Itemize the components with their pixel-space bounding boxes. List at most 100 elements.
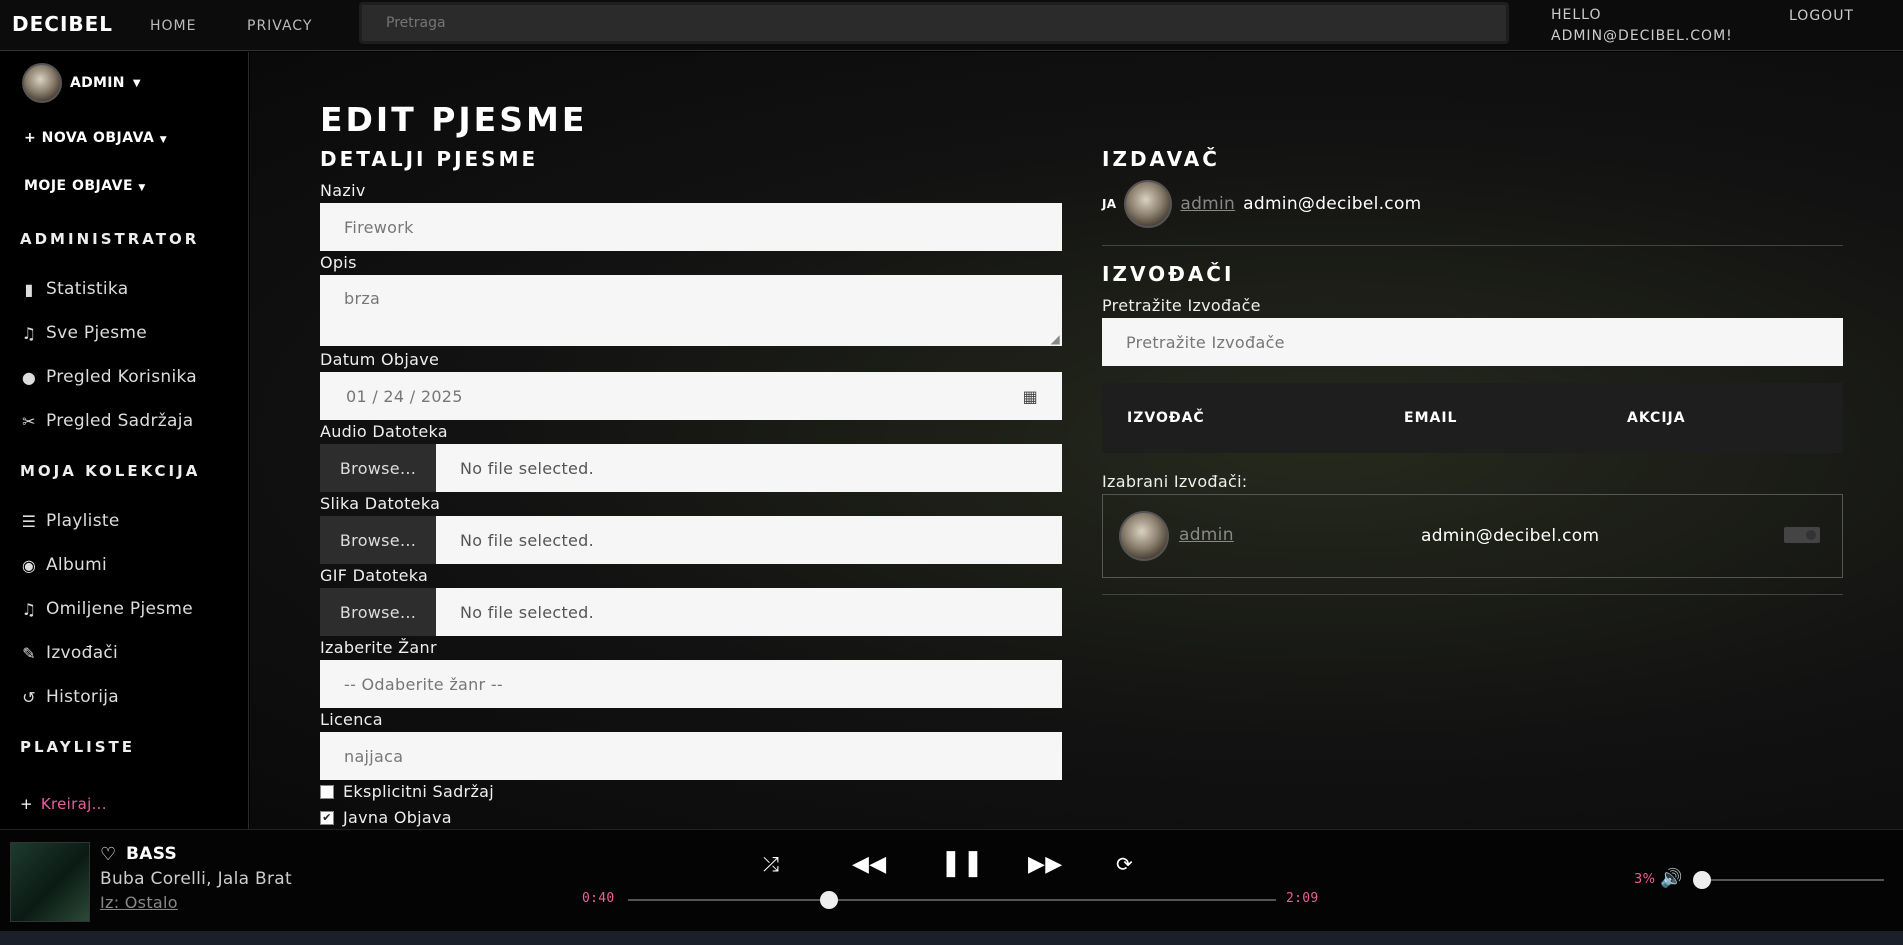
list-icon: ☰ xyxy=(21,511,37,531)
progress-slider[interactable] xyxy=(628,891,1276,909)
sidebar-item-statistika[interactable]: ▮ Statistika xyxy=(20,277,128,301)
sidebar-item-pregled-korisnika[interactable]: ● Pregled Korisnika xyxy=(20,365,197,389)
track-artist: Buba Corelli, Jala Brat xyxy=(100,869,292,889)
tools-icon: ✂ xyxy=(22,411,36,431)
audio-browse-button[interactable]: Browse... xyxy=(320,444,436,492)
publisher-name-link[interactable]: admin xyxy=(1180,194,1235,214)
selected-artist-name-link[interactable]: admin xyxy=(1179,525,1234,545)
opis-label: Opis xyxy=(320,253,357,272)
selected-artist-avatar xyxy=(1119,511,1169,561)
os-taskbar xyxy=(0,931,1903,945)
new-post-dropdown[interactable]: + NOVA OBJAVA ▼ xyxy=(24,130,167,146)
nav-home-link[interactable]: HOME xyxy=(150,18,196,34)
naziv-input[interactable]: Firework xyxy=(320,203,1062,251)
collection-section-heading: MOJA KOLEKCIJA xyxy=(20,462,201,480)
sidebar-item-albumi[interactable]: ◉ Albumi xyxy=(20,553,107,577)
artist-search-input[interactable]: Pretražite Izvođače xyxy=(1102,318,1843,366)
sidebar-item-pregled-sadrzaja[interactable]: ✂ Pregled Sadržaja xyxy=(20,409,193,433)
volume-thumb[interactable] xyxy=(1692,871,1711,889)
gif-browse-button[interactable]: Browse... xyxy=(320,588,436,636)
selected-artists-label: Izabrani Izvođači: xyxy=(1102,472,1248,491)
column-izvodjac: IZVOĐAČ xyxy=(1127,410,1205,426)
volume-icon[interactable]: 🔊 xyxy=(1660,868,1683,889)
my-posts-dropdown[interactable]: MOJE OBJAVE ▼ xyxy=(24,178,146,194)
pause-icon[interactable]: ❚❚ xyxy=(940,848,984,878)
selected-artist-email: admin@decibel.com xyxy=(1421,526,1600,546)
gif-file-input[interactable]: Browse... No file selected. xyxy=(320,588,1062,636)
column-akcija: AKCIJA xyxy=(1627,410,1686,426)
genre-select[interactable]: -- Odaberite žanr -- xyxy=(320,660,1062,708)
music-note-icon: ♫ xyxy=(21,323,37,343)
bar-chart-icon: ▮ xyxy=(24,279,34,299)
next-icon[interactable]: ▶▶ xyxy=(1028,852,1062,877)
song-details-heading: DETALJI PJESME xyxy=(320,147,539,171)
explicit-checkbox-row[interactable]: Eksplicitni Sadržaj xyxy=(320,782,494,801)
publisher-email: admin@decibel.com xyxy=(1243,194,1422,214)
heart-icon[interactable]: ♡ xyxy=(100,844,116,865)
greeting: HELLO ADMIN@DECIBEL.COM! xyxy=(1551,7,1733,44)
sidebar-item-sve-pjesme[interactable]: ♫ Sve Pjesme xyxy=(20,321,147,345)
plus-icon: + xyxy=(20,795,33,813)
music-note-icon: ♫ xyxy=(21,599,37,619)
sidebar-item-playliste[interactable]: ☰ Playliste xyxy=(20,509,120,533)
image-file-input[interactable]: Browse... No file selected. xyxy=(320,516,1062,564)
page-title: EDIT PJESME xyxy=(320,100,588,139)
disc-icon: ◉ xyxy=(21,555,37,575)
publisher-heading: IZDAVAČ xyxy=(1102,147,1220,171)
publisher-row: JA admin admin@decibel.com xyxy=(1102,180,1422,228)
calendar-icon[interactable]: ▦ xyxy=(1023,387,1038,406)
user-dropdown[interactable]: ADMIN ▼ xyxy=(22,63,141,103)
explicit-checkbox[interactable] xyxy=(320,784,334,799)
previous-icon[interactable]: ◀◀ xyxy=(852,852,886,877)
audio-label: Audio Datoteka xyxy=(320,422,448,441)
album-cover xyxy=(10,842,90,922)
sidebar: ADMIN ▼ + NOVA OBJAVA ▼ MOJE OBJAVE ▼ AD… xyxy=(0,52,249,829)
repeat-icon[interactable]: ⟳ xyxy=(1116,852,1133,876)
publisher-avatar xyxy=(1124,180,1173,228)
datum-input[interactable]: 01 / 24 / 2025 ▦ xyxy=(320,372,1062,420)
public-checkbox[interactable]: ✔ xyxy=(320,810,334,825)
history-icon: ↺ xyxy=(22,687,36,707)
sidebar-item-omiljene-pjesme[interactable]: ♫ Omiljene Pjesme xyxy=(20,597,193,621)
naziv-label: Naziv xyxy=(320,181,366,200)
sidebar-item-historija[interactable]: ↺ Historija xyxy=(20,685,119,709)
datum-label: Datum Objave xyxy=(320,350,440,369)
top-navbar: DECIBEL HOME PRIVACY HELLO ADMIN@DECIBEL… xyxy=(0,0,1903,51)
column-email: EMAIL xyxy=(1404,410,1458,426)
resize-handle-icon[interactable]: ◢ xyxy=(1050,332,1060,346)
caret-down-icon: ▼ xyxy=(159,135,168,145)
shuffle-icon[interactable]: ⤮ xyxy=(763,852,779,876)
image-browse-button[interactable]: Browse... xyxy=(320,516,436,564)
audio-file-input[interactable]: Browse... No file selected. xyxy=(320,444,1062,492)
logout-link[interactable]: LOGOUT xyxy=(1789,8,1854,24)
brand-logo[interactable]: DECIBEL xyxy=(12,12,113,36)
search-input[interactable] xyxy=(359,2,1509,44)
progress-thumb[interactable] xyxy=(819,891,838,909)
microphone-icon: ✎ xyxy=(22,643,36,663)
divider xyxy=(1102,594,1843,595)
track-source-link[interactable]: Iz: Ostalo xyxy=(100,893,178,912)
artists-heading: IZVOĐAČI xyxy=(1102,262,1235,286)
admin-section-heading: ADMINISTRATOR xyxy=(20,230,200,248)
opis-textarea[interactable]: brza ◢ xyxy=(320,275,1062,346)
zanr-label: Izaberite Žanr xyxy=(320,638,437,657)
slika-label: Slika Datoteka xyxy=(320,494,441,513)
caret-down-icon: ▼ xyxy=(132,77,141,89)
sidebar-item-izvodjaci[interactable]: ✎ Izvođači xyxy=(20,641,118,665)
track-title: BASS xyxy=(126,844,178,864)
duration-time: 2:09 xyxy=(1286,891,1319,906)
artist-search-label: Pretražite Izvođače xyxy=(1102,296,1261,315)
licenca-label: Licenca xyxy=(320,710,383,729)
playlists-section-heading: PLAYLISTE xyxy=(20,738,136,756)
public-checkbox-row[interactable]: ✔ Javna Objava xyxy=(320,808,452,827)
gif-label: GIF Datoteka xyxy=(320,566,429,585)
avatar xyxy=(22,63,62,103)
create-playlist-link[interactable]: + Kreiraj... xyxy=(20,792,107,816)
volume-slider[interactable] xyxy=(1692,871,1884,889)
licenca-input[interactable]: najjaca xyxy=(320,732,1062,780)
music-player: ♡ BASS Buba Corelli, Jala Brat Iz: Ostal… xyxy=(0,829,1903,931)
plus-icon: + xyxy=(24,130,37,146)
remove-artist-toggle[interactable] xyxy=(1784,527,1820,543)
nav-privacy-link[interactable]: PRIVACY xyxy=(247,18,312,34)
user-icon: ● xyxy=(21,367,37,387)
